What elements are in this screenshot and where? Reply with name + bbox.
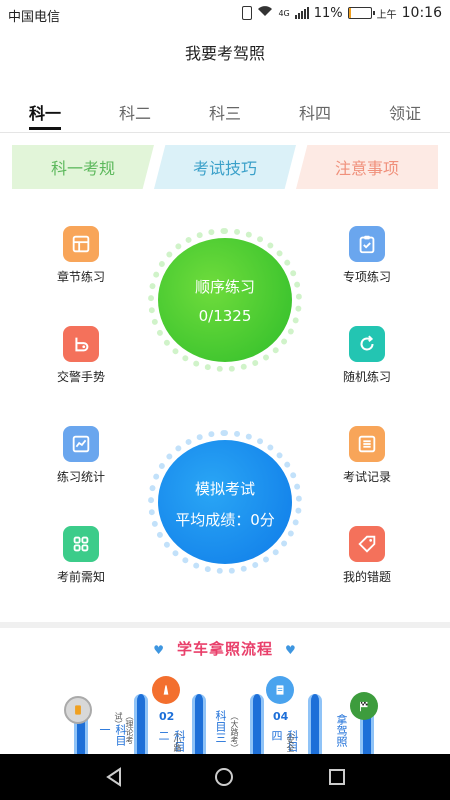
tab-subject-3[interactable]: 科三: [180, 96, 270, 132]
network-type: 4G: [278, 8, 290, 18]
document-icon: [266, 676, 294, 704]
decorative-ring: [148, 430, 302, 574]
pre-exam-notice-button[interactable]: 考前需知: [41, 526, 121, 585]
subject-tabs: 科一 科二 科三 科四 领证: [0, 96, 450, 132]
layout-icon: [63, 226, 99, 262]
page-title: 我要考驾照: [184, 44, 265, 63]
step-label: 科目三: [214, 710, 227, 743]
mock-exam-button[interactable]: 模拟考试 平均成绩：0分: [148, 430, 302, 574]
tab-subject-4[interactable]: 科四: [270, 96, 360, 132]
battery-percent: 11%: [313, 5, 343, 21]
notes-button[interactable]: 注意事项: [296, 145, 438, 189]
info-ribbons: 科一考规 考试技巧 注意事项: [12, 145, 438, 189]
my-mistakes-button[interactable]: 我的错题: [327, 526, 407, 585]
exam-records-label: 考试记录: [342, 470, 391, 484]
step-sublabel: （大路考）: [230, 712, 239, 752]
tabs-divider: [0, 132, 450, 133]
clipboard-check-icon: [349, 226, 385, 262]
back-icon[interactable]: [104, 767, 124, 787]
chart-line-icon: [63, 426, 99, 462]
wifi-icon: [257, 5, 273, 21]
tab-subject-1[interactable]: 科一: [0, 96, 90, 132]
traffic-gesture-button[interactable]: 交警手势: [41, 326, 121, 385]
ampm: 上午: [376, 9, 397, 21]
chapter-practice-label: 章节练习: [56, 270, 105, 284]
traffic-gesture-label: 交警手势: [56, 370, 105, 384]
practice-stats-label: 练习统计: [56, 470, 105, 484]
refresh-icon: [349, 326, 385, 362]
road-segment: [134, 694, 148, 754]
special-practice-label: 专项练习: [342, 270, 391, 284]
battery-icon: [347, 7, 375, 19]
road-segment: [360, 716, 374, 754]
road-segment: [192, 694, 206, 754]
grid-icon: [63, 526, 99, 562]
exam-records-button[interactable]: 考试记录: [327, 426, 407, 485]
section-divider: [0, 622, 450, 628]
road-segment: [250, 694, 264, 754]
step-label: 拿驾照: [335, 714, 348, 747]
recent-apps-icon[interactable]: [327, 767, 347, 787]
traffic-icon: [63, 326, 99, 362]
step-sublabel: （安全: [286, 728, 295, 752]
signal-icon: [294, 7, 309, 19]
finish-flag-icon: [350, 692, 378, 720]
step-number: 02: [159, 710, 175, 723]
road-icon: [152, 676, 180, 704]
special-practice-button[interactable]: 专项练习: [327, 226, 407, 285]
phone-icon: [64, 696, 92, 724]
home-icon[interactable]: [214, 767, 234, 787]
chapter-practice-button[interactable]: 章节练习: [41, 226, 121, 285]
my-mistakes-label: 我的错题: [342, 570, 391, 584]
license-process-diagram: 02 04 科目一 （理论考试） 科目二 （小路 科目三 （大路考） 科目四 （…: [0, 672, 450, 754]
random-practice-label: 随机练习: [342, 370, 391, 384]
step-number: 04: [273, 710, 289, 723]
exam-rules-button[interactable]: 科一考规: [12, 145, 154, 189]
step-sublabel: （小路: [173, 728, 182, 752]
exam-tips-button[interactable]: 考试技巧: [154, 145, 296, 189]
tag-icon: [349, 526, 385, 562]
clock: 10:16: [401, 5, 442, 21]
heart-icon: ♥: [153, 643, 165, 657]
sequential-practice-button[interactable]: 顺序练习 0/1325: [148, 228, 302, 372]
tab-subject-2[interactable]: 科二: [90, 96, 180, 132]
tab-license[interactable]: 领证: [360, 96, 450, 132]
decorative-ring: [148, 228, 302, 372]
random-practice-button[interactable]: 随机练习: [327, 326, 407, 385]
pre-exam-notice-label: 考前需知: [56, 570, 105, 584]
status-icons: 4G 11% 上午 10:16: [242, 5, 442, 21]
carrier: 中国电信: [8, 10, 61, 25]
road-segment: [308, 694, 322, 754]
heart-icon: ♥: [285, 643, 297, 657]
step-sublabel: （理论考试）: [114, 712, 134, 744]
list-icon: [349, 426, 385, 462]
practice-stats-button[interactable]: 练习统计: [41, 426, 121, 485]
system-nav-bar: [0, 754, 450, 800]
process-title: ♥ 学车拿照流程 ♥: [0, 638, 450, 659]
process-title-text: 学车拿照流程: [176, 640, 273, 658]
vibrate-icon: [242, 6, 253, 20]
status-bar: 中国电信 4G 11% 上午 10:16: [0, 0, 450, 28]
